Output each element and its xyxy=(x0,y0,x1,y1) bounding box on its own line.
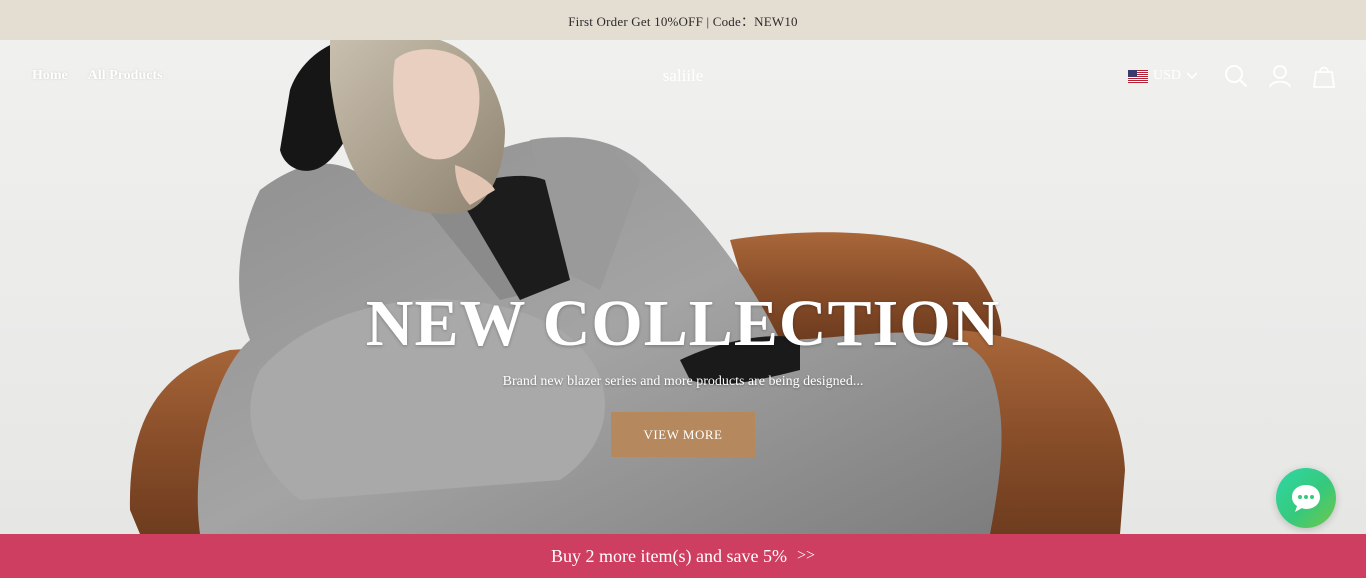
hero-subtitle: Brand new blazer series and more product… xyxy=(502,374,864,389)
hero-text-block: NEW COLLECTION Brand new blazer series a… xyxy=(0,288,1366,390)
chat-bubble-icon xyxy=(1292,485,1320,512)
view-more-button[interactable]: VIEW MORE xyxy=(611,412,755,457)
search-icon[interactable] xyxy=(1224,64,1248,88)
header-actions: USD xyxy=(1127,64,1336,88)
site-logo[interactable]: saliile xyxy=(663,66,704,85)
site-header: Home All Products saliile USD xyxy=(0,40,1366,114)
promo-arrows: >> xyxy=(796,547,815,564)
us-flag-icon xyxy=(1127,69,1148,83)
announcement-bar: First Order Get 10%OFF | Code：NEW10 xyxy=(0,0,1366,40)
nav-all-products-link[interactable]: All Products xyxy=(88,68,163,84)
currency-selector[interactable]: USD xyxy=(1127,68,1198,84)
chat-widget-button[interactable] xyxy=(1276,468,1336,528)
promo-bar[interactable]: Buy 2 more item(s) and save 5% >> xyxy=(0,534,1366,578)
announcement-text: First Order Get 10%OFF | Code：NEW10 xyxy=(568,13,798,29)
cart-bag-icon[interactable] xyxy=(1312,64,1336,88)
account-icon[interactable] xyxy=(1268,64,1292,88)
main-nav: Home All Products xyxy=(32,68,163,84)
chevron-down-icon xyxy=(1186,72,1198,80)
promo-text: Buy 2 more item(s) and save 5% xyxy=(551,545,787,566)
hero-title: NEW COLLECTION xyxy=(365,287,1001,360)
nav-home-link[interactable]: Home xyxy=(32,68,68,84)
currency-label: USD xyxy=(1152,68,1181,83)
